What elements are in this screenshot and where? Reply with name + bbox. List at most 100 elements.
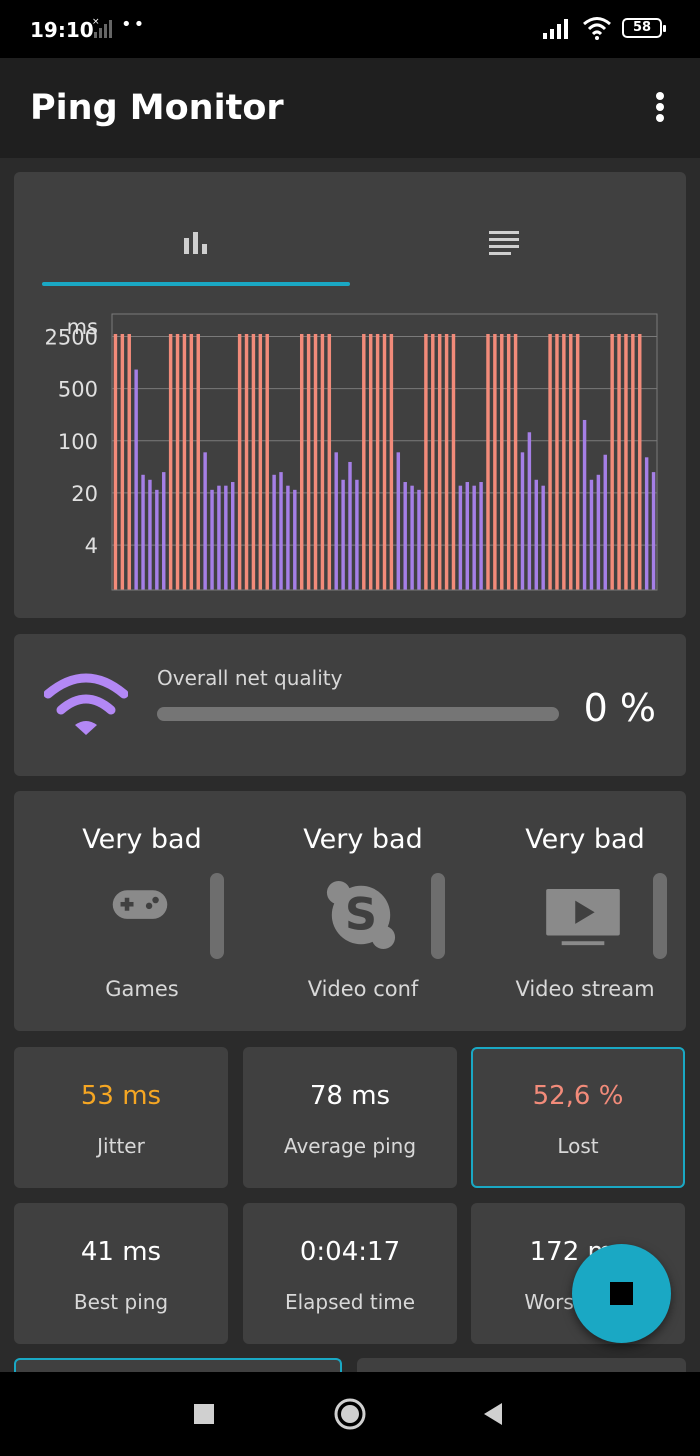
chart-bar-lost — [120, 334, 125, 590]
chart-bar — [224, 485, 228, 590]
chart-bar — [651, 472, 656, 590]
stat-lost[interactable]: 52,6 % Lost — [471, 1047, 685, 1188]
chart-bar-lost — [624, 334, 628, 590]
net-quality-value: 0 % — [583, 686, 656, 730]
chart-bar — [472, 485, 476, 590]
stat-label: Average ping — [283, 1134, 417, 1158]
chart-bar-lost — [306, 334, 311, 590]
chart-bar — [465, 482, 470, 590]
stat-average-ping[interactable]: 78 ms Average ping — [243, 1047, 457, 1188]
chart-bar — [644, 457, 649, 590]
chart-bar-lost — [548, 334, 552, 590]
stat-value: 41 ms — [80, 1237, 162, 1267]
stat-jitter[interactable]: 53 ms Jitter — [14, 1047, 228, 1188]
chart-bar-lost — [362, 334, 366, 590]
app-rating-video-stream[interactable]: Very bad Video stream — [467, 791, 689, 1031]
chart-bar — [527, 432, 532, 590]
chart-bar — [341, 479, 345, 590]
back-triangle-icon[interactable] — [476, 1396, 512, 1432]
chart-bar-lost — [486, 334, 490, 590]
chart-bar-lost — [506, 334, 511, 590]
svg-text:×: × — [92, 17, 100, 27]
system-nav-bar — [0, 1372, 700, 1456]
chart-bar-lost — [175, 334, 180, 590]
chart-bar — [286, 485, 290, 590]
stat-elapsed-time[interactable]: 0:04:17 Elapsed time — [243, 1203, 457, 1344]
ping-chart-card: ms 2500 500 100 20 4 — [14, 172, 686, 618]
chart-bar — [348, 461, 352, 590]
app-rating-meter — [431, 873, 445, 959]
stat-value: 0:04:17 — [299, 1237, 401, 1267]
stat-best-ping[interactable]: 41 ms Best ping — [14, 1203, 228, 1344]
chart-bar-lost — [424, 334, 428, 590]
stat-value: 78 ms — [309, 1081, 391, 1111]
chart-bar — [596, 474, 601, 590]
chart-bar-lost — [555, 334, 559, 590]
stop-monitoring-button[interactable] — [572, 1244, 671, 1343]
app-rating-meter — [653, 873, 667, 959]
chart-bar — [272, 474, 276, 590]
chart-bar-lost — [375, 334, 380, 590]
chart-bar-lost — [127, 334, 131, 590]
y-tick-label: 2500 — [45, 325, 98, 349]
chart-bar — [279, 472, 283, 590]
chart-bar-lost — [562, 334, 566, 590]
y-tick-label: 4 — [85, 534, 98, 558]
chart-bar-lost — [258, 334, 263, 590]
chart-bar-lost — [313, 334, 318, 590]
chart-bar-lost — [196, 334, 200, 590]
stat-value: 53 ms — [80, 1081, 162, 1111]
chart-bar — [479, 482, 483, 590]
app-name: Video stream — [515, 977, 655, 1001]
chart-bar — [162, 472, 166, 590]
chart-bar-lost — [265, 334, 269, 590]
status-icons: 58 — [542, 16, 666, 40]
chart-bar-lost — [575, 334, 580, 590]
chart-bar-lost — [237, 334, 242, 590]
chart-bar — [396, 452, 401, 590]
chart-bar — [148, 479, 152, 590]
chart-bar-lost — [569, 334, 573, 590]
chart-bar-lost — [244, 334, 249, 590]
home-circle-icon[interactable] — [332, 1396, 368, 1432]
app-rating-text: Very bad — [82, 824, 202, 855]
chart-bar — [231, 482, 235, 590]
svg-text:S: S — [345, 888, 377, 941]
chart-bar-lost — [327, 334, 332, 590]
tv-play-icon — [546, 888, 620, 946]
net-quality-card: Overall net quality 0 % — [14, 634, 686, 776]
chart-bar — [589, 479, 594, 590]
more-vert-icon[interactable] — [648, 92, 672, 124]
chart-bar-lost — [638, 334, 642, 590]
chart-bar — [210, 489, 214, 590]
chart-bar-lost — [617, 334, 621, 590]
chart-bar-lost — [451, 334, 456, 590]
y-tick-label: 100 — [58, 430, 98, 454]
app-rating-text: Very bad — [525, 824, 645, 855]
bar-chart-icon — [184, 232, 207, 254]
chart-bar — [203, 452, 207, 590]
tab-list[interactable] — [358, 192, 658, 288]
tab-graph[interactable] — [42, 192, 350, 288]
wifi-icon — [44, 673, 128, 735]
app-title: Ping Monitor — [30, 88, 284, 128]
chart-bar-lost — [493, 334, 497, 590]
chart-bar-lost — [431, 334, 435, 590]
chart-bar-lost — [500, 334, 504, 590]
chart-bar — [355, 479, 359, 590]
chart-bar-lost — [437, 334, 442, 590]
chart-bar-lost — [299, 334, 304, 590]
wifi-status-icon — [583, 17, 611, 40]
stat-label: Jitter — [97, 1134, 145, 1158]
y-tick-label: 20 — [71, 482, 98, 506]
tab-active-indicator — [42, 282, 350, 286]
chart-bar-lost — [182, 334, 187, 590]
chart-bar-lost — [513, 334, 518, 590]
app-rating-games[interactable]: Very bad Games — [24, 791, 246, 1031]
stat-label: Best ping — [73, 1290, 169, 1314]
no-signal-sim-icon: × — [92, 17, 112, 38]
app-name: Games — [105, 977, 179, 1001]
recents-square-icon[interactable] — [186, 1396, 222, 1432]
app-rating-text: Very bad — [303, 824, 423, 855]
app-rating-video-conf[interactable]: Very bad S Video conf — [245, 791, 467, 1031]
